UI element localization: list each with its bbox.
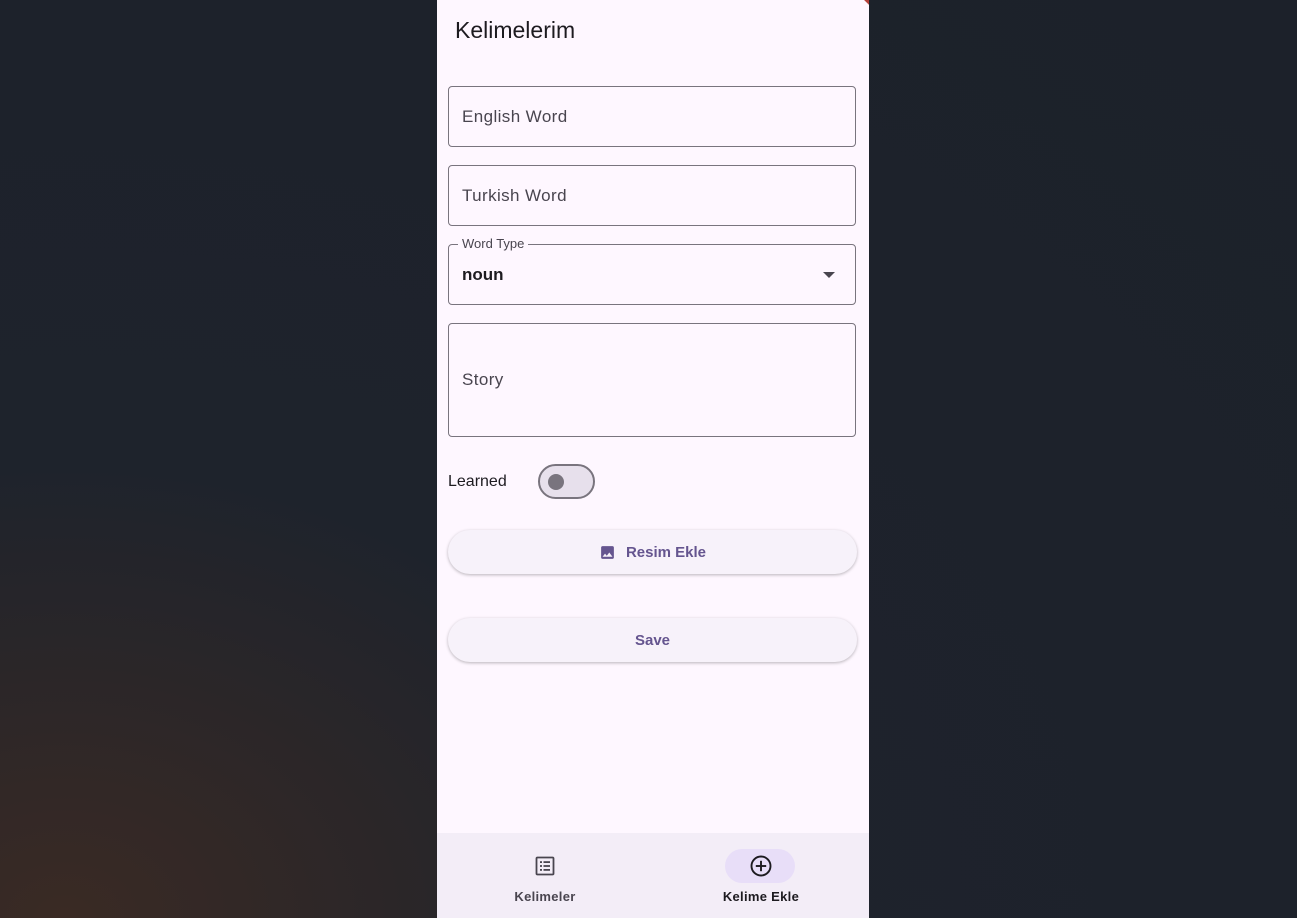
toggle-thumb [548,473,564,490]
turkish-word-input[interactable]: Turkish Word [448,165,856,226]
app-screen: Kelimelerim English Word Turkish Word Wo… [437,0,869,918]
add-image-button-label: Resim Ekle [625,543,707,561]
image-icon [601,545,614,559]
story-input[interactable]: Story [448,323,856,437]
learned-label: Learned [448,473,507,490]
word-type-dropdown[interactable]: Word Type noun [448,236,856,305]
story-placeholder: Story [462,370,504,389]
nav-item-add-word[interactable]: Kelime Ekle [653,833,869,918]
english-word-input[interactable]: English Word [448,86,856,147]
learned-row: Learned [448,464,648,499]
debug-banner [831,0,869,25]
learned-toggle[interactable] [538,464,595,499]
word-type-label: Word Type [458,236,529,251]
save-button-label: Save [634,631,671,649]
dropdown-arrow-icon[interactable] [823,272,835,278]
list-icon [535,856,555,876]
nav-item-words[interactable]: Kelimeler [437,833,653,918]
word-type-value: noun [462,265,504,284]
nav-label-words: Kelimeler [514,889,576,904]
add-circle-icon [750,855,772,877]
nav-label-add-word: Kelime Ekle [722,889,800,904]
english-word-placeholder: English Word [462,107,568,126]
app-title: Kelimelerim [455,17,576,43]
bottom-navigation: Kelimeler Kelime Ekle [437,833,869,918]
add-image-button[interactable]: Resim Ekle [448,530,857,574]
turkish-word-placeholder: Turkish Word [462,186,567,205]
save-button[interactable]: Save [448,618,857,662]
